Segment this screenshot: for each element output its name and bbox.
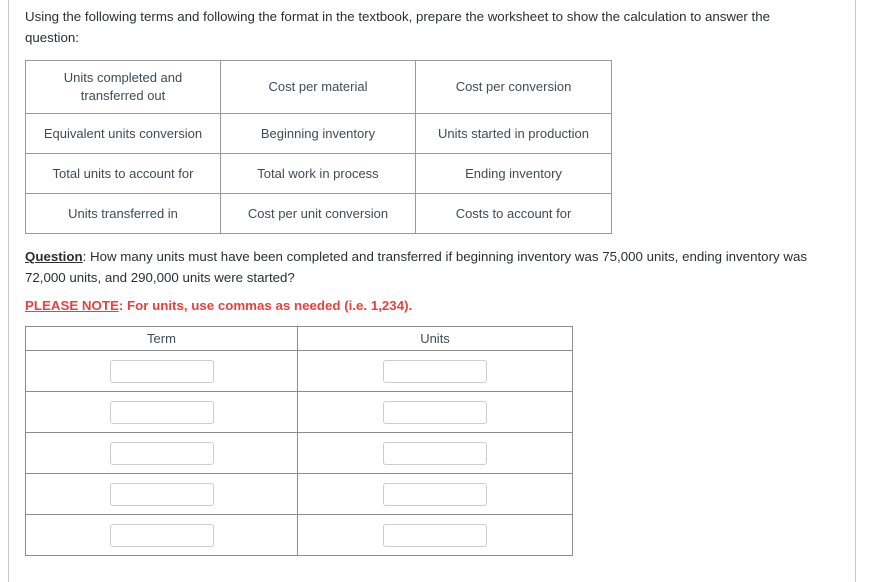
term-cell: Cost per conversion — [415, 60, 612, 114]
term-input-cell — [25, 350, 298, 392]
column-header-units: Units — [297, 326, 573, 351]
term-input-cell — [25, 473, 298, 515]
table-row: Units transferred in Cost per unit conve… — [25, 193, 612, 234]
table-header-row: Term Units — [25, 326, 573, 351]
term-input[interactable] — [109, 359, 214, 383]
table-row — [25, 473, 573, 515]
please-note-label: PLEASE NOTE — [25, 298, 119, 313]
term-cell: Cost per unit conversion — [220, 193, 416, 234]
term-cell: Beginning inventory — [220, 113, 416, 154]
question-separator: : — [82, 249, 91, 264]
worksheet-content: Using the following terms and following … — [25, 0, 835, 556]
term-cell: Units completed and transferred out — [25, 60, 221, 114]
question-label: Question — [25, 249, 83, 264]
please-note-paragraph: PLEASE NOTE: For units, use commas as ne… — [25, 295, 835, 316]
units-input-cell — [297, 514, 573, 556]
term-cell: Units transferred in — [25, 193, 221, 234]
note-text: For units, use commas as needed (i.e. 1,… — [126, 298, 413, 313]
answer-entry-table: Term Units — [25, 326, 573, 556]
term-input[interactable] — [109, 523, 214, 547]
left-page-rule — [8, 0, 9, 582]
units-input-cell — [297, 350, 573, 392]
term-cell: Costs to account for — [415, 193, 612, 234]
units-input[interactable] — [383, 441, 487, 465]
table-row — [25, 391, 573, 433]
term-input[interactable] — [109, 482, 214, 506]
term-cell: Total units to account for — [25, 153, 221, 194]
terms-reference-table: Units completed and transferred out Cost… — [25, 60, 612, 234]
units-input[interactable] — [383, 482, 487, 506]
units-input[interactable] — [383, 359, 487, 383]
note-separator: : — [118, 298, 127, 313]
units-input-cell — [297, 473, 573, 515]
term-input-cell — [25, 514, 298, 556]
term-cell: Cost per material — [220, 60, 416, 114]
right-page-rule — [855, 0, 856, 582]
term-cell: Units started in production — [415, 113, 612, 154]
table-row — [25, 514, 573, 556]
intro-paragraph: Using the following terms and following … — [25, 9, 771, 45]
term-input[interactable] — [109, 441, 214, 465]
table-row — [25, 432, 573, 474]
question-text: How many units must have been completed … — [25, 249, 807, 285]
units-input[interactable] — [383, 523, 487, 547]
term-cell: Total work in process — [220, 153, 416, 194]
term-input[interactable] — [109, 400, 214, 424]
table-row — [25, 350, 573, 392]
term-input-cell — [25, 391, 298, 433]
term-input-cell — [25, 432, 298, 474]
units-input-cell — [297, 391, 573, 433]
question-paragraph: Question: How many units must have been … — [25, 246, 820, 288]
units-input[interactable] — [383, 400, 487, 424]
term-cell: Ending inventory — [415, 153, 612, 194]
table-row: Units completed and transferred out Cost… — [25, 60, 612, 114]
table-row: Equivalent units conversion Beginning in… — [25, 113, 612, 154]
units-input-cell — [297, 432, 573, 474]
table-row: Total units to account for Total work in… — [25, 153, 612, 194]
term-cell: Equivalent units conversion — [25, 113, 221, 154]
column-header-term: Term — [25, 326, 298, 351]
